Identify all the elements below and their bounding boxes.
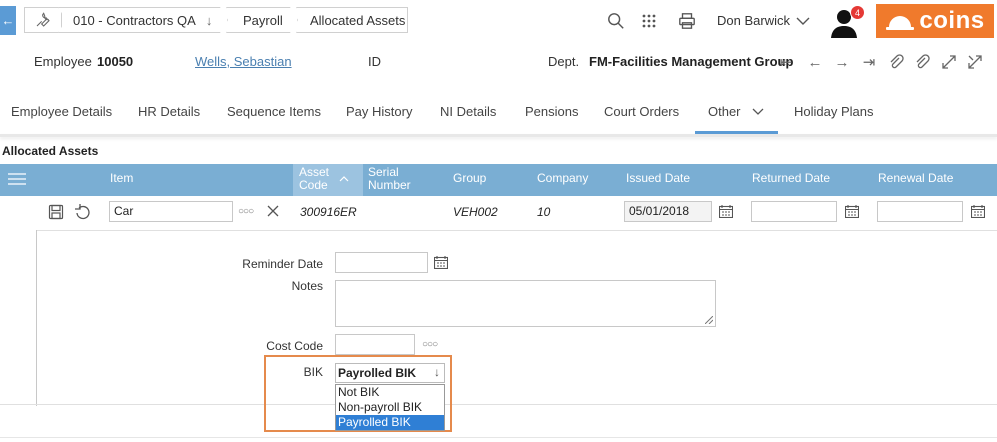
- cost-code-lookup-icon[interactable]: ○○○: [422, 339, 438, 350]
- bik-select[interactable]: Payrolled BIK ↓: [335, 363, 445, 383]
- cost-code-input[interactable]: [335, 334, 415, 355]
- logo-text: coins: [919, 7, 985, 34]
- tab-pensions[interactable]: Pensions: [525, 104, 578, 119]
- coins-logo: coins: [876, 4, 994, 38]
- chevron-down-icon: [752, 104, 764, 119]
- issued-date-input[interactable]: 05/01/2018: [624, 201, 712, 222]
- column-serial-number[interactable]: Serial Number: [368, 166, 411, 192]
- tab-employee-details[interactable]: Employee Details: [11, 104, 112, 119]
- arrow-left-icon: ←: [1, 13, 15, 28]
- footer-divider: [0, 437, 997, 438]
- wrench-icon: [36, 12, 50, 27]
- search-icon[interactable]: [605, 10, 627, 32]
- chevron-down-icon: ↓: [205, 12, 213, 28]
- bik-option-not-bik[interactable]: Not BIK: [336, 385, 444, 400]
- item-lookup-icon[interactable]: ○○○: [238, 206, 254, 217]
- detail-panel-top-border: [36, 230, 997, 231]
- breadcrumb-payroll[interactable]: Payroll: [226, 7, 298, 33]
- reminder-date-input[interactable]: [335, 252, 428, 273]
- column-renewal-date[interactable]: Renewal Date: [878, 172, 953, 185]
- employee-name-link[interactable]: Wells, Sebastian: [195, 54, 292, 69]
- column-item[interactable]: Item: [110, 172, 133, 185]
- detail-panel-bottom-border: [0, 404, 997, 405]
- resize-handle-icon[interactable]: [705, 316, 713, 324]
- cost-code-label: Cost Code: [266, 339, 323, 353]
- breadcrumb-payroll-label: Payroll: [243, 12, 283, 28]
- notes-textarea[interactable]: [335, 280, 716, 327]
- notification-badge[interactable]: 4: [850, 5, 865, 20]
- bik-options-list: Not BIK Non-payroll BIK Payrolled BIK: [335, 384, 445, 431]
- notes-label: Notes: [291, 279, 323, 293]
- tab-other[interactable]: Other: [708, 104, 764, 119]
- tab-sequence-items[interactable]: Sequence Items: [227, 104, 321, 119]
- column-issued-date[interactable]: Issued Date: [626, 172, 690, 185]
- calendar-icon[interactable]: [844, 205, 860, 221]
- breadcrumb-allocated-assets-label: Allocated Assets: [310, 12, 406, 28]
- tab-pay-history[interactable]: Pay History: [346, 104, 412, 119]
- hardhat-icon: [886, 16, 915, 30]
- calendar-icon[interactable]: [718, 205, 734, 221]
- renewal-date-input[interactable]: [877, 201, 963, 222]
- tab-other-label: Other: [708, 104, 741, 119]
- id-label: ID: [368, 54, 381, 69]
- grid-icon[interactable]: [638, 10, 660, 32]
- column-asset-code-line2: Code: [299, 178, 328, 192]
- expand-icon[interactable]: [939, 52, 959, 72]
- detail-panel-left-border: [36, 230, 37, 406]
- bik-option-non-payroll-bik[interactable]: Non-payroll BIK: [336, 400, 444, 415]
- column-company[interactable]: Company: [537, 172, 588, 185]
- grid-header: [0, 164, 997, 196]
- expand-all-icon[interactable]: [965, 52, 985, 72]
- employee-number: 10050: [97, 54, 134, 69]
- next-record-icon[interactable]: →: [832, 52, 852, 72]
- tab-hr-details[interactable]: HR Details: [138, 104, 200, 119]
- back-button[interactable]: ←: [0, 6, 16, 35]
- calendar-icon[interactable]: [433, 256, 449, 272]
- tabs-divider: [0, 134, 997, 137]
- company-value: 10: [537, 205, 551, 219]
- home-crumb[interactable]: [24, 7, 62, 33]
- printer-icon[interactable]: [676, 10, 698, 32]
- tab-ni-details[interactable]: NI Details: [440, 104, 496, 119]
- column-menu-icon[interactable]: [8, 173, 26, 185]
- breadcrumb-allocated-assets[interactable]: Allocated Assets: [296, 7, 408, 33]
- bik-option-payrolled-bik[interactable]: Payrolled BIK: [336, 415, 444, 430]
- breadcrumb-company-label: 010 - Contractors QA: [73, 12, 196, 28]
- column-returned-date[interactable]: Returned Date: [752, 172, 830, 185]
- sort-up-icon[interactable]: [339, 171, 349, 186]
- bik-selected-value: Payrolled BIK: [338, 366, 417, 380]
- returned-date-input[interactable]: [751, 201, 837, 222]
- paperclip-add-icon[interactable]: [912, 52, 932, 72]
- reminder-date-label: Reminder Date: [242, 257, 323, 271]
- breadcrumb-company[interactable]: 010 - Contractors QA ↓: [58, 7, 228, 33]
- save-icon[interactable]: [48, 204, 64, 223]
- dept-value: FM-Facilities Management Group: [589, 54, 794, 69]
- tab-holiday-plans[interactable]: Holiday Plans: [794, 104, 874, 119]
- column-serial-line2: Number: [368, 178, 411, 192]
- group-value: VEH002: [453, 205, 498, 219]
- last-record-icon[interactable]: ⇥: [859, 52, 879, 72]
- column-group[interactable]: Group: [453, 172, 486, 185]
- chevron-down-icon: ↓: [434, 365, 440, 379]
- tab-court-orders[interactable]: Court Orders: [604, 104, 679, 119]
- column-asset-code[interactable]: Asset Code: [299, 166, 329, 192]
- undo-icon[interactable]: [74, 204, 92, 223]
- section-title: Allocated Assets: [2, 144, 99, 158]
- dept-label: Dept.: [548, 54, 580, 69]
- employee-label: Employee: [34, 54, 92, 69]
- bik-label: BIK: [303, 365, 323, 379]
- previous-record-icon[interactable]: ←: [805, 52, 825, 72]
- chevron-down-icon[interactable]: [795, 11, 811, 31]
- first-record-icon[interactable]: ⇤: [776, 52, 796, 72]
- paperclip-icon[interactable]: [886, 52, 906, 72]
- user-name[interactable]: Don Barwick: [717, 13, 790, 28]
- clear-icon[interactable]: [266, 204, 280, 221]
- asset-code-value: 300916ER: [300, 205, 357, 219]
- calendar-icon[interactable]: [970, 205, 986, 221]
- active-tab-indicator: [695, 131, 778, 134]
- item-input[interactable]: Car: [109, 201, 233, 222]
